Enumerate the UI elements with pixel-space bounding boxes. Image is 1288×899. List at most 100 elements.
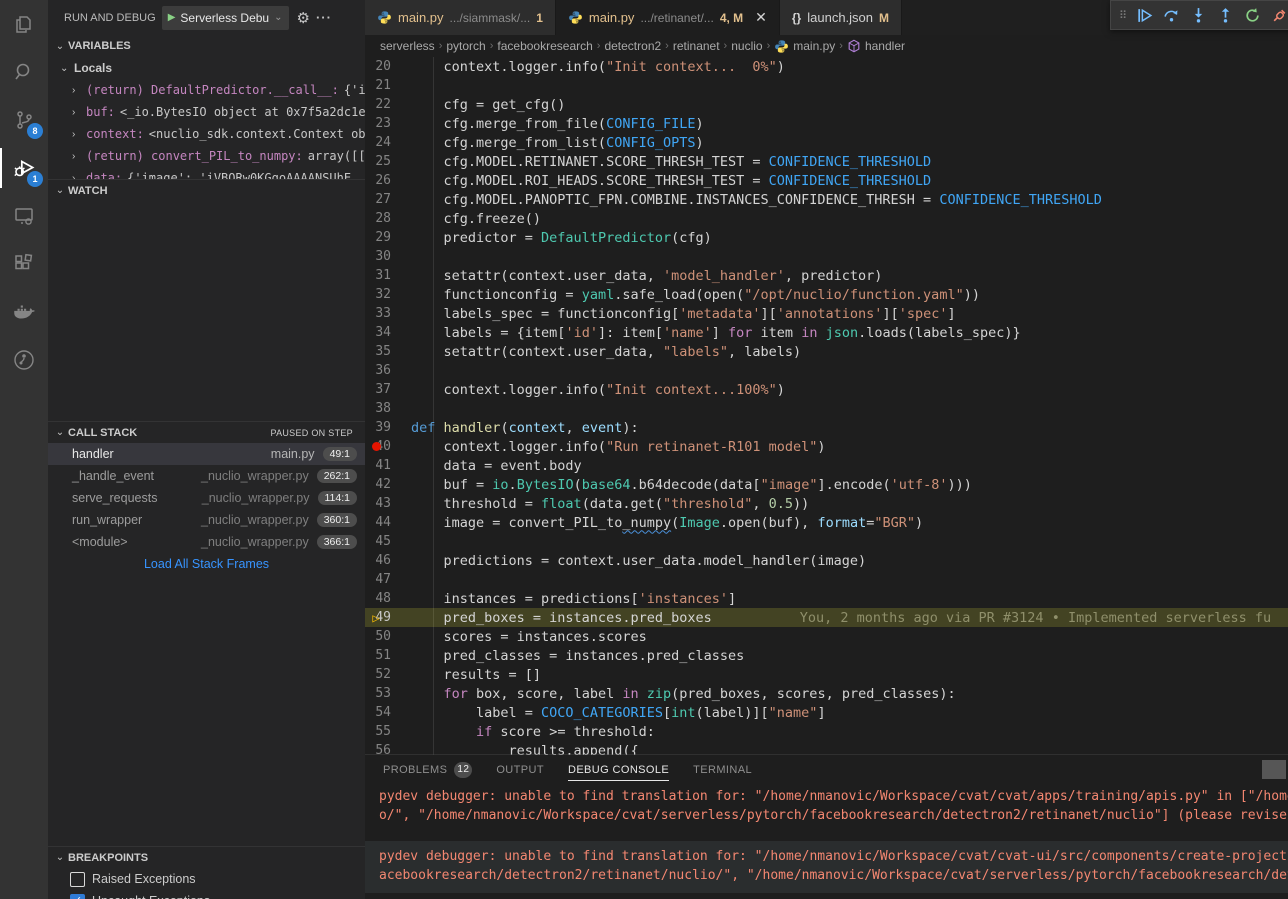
code-line-text[interactable]: cfg = get_cfg() — [411, 97, 565, 113]
code-line-24[interactable]: 24 cfg.merge_from_list(CONFIG_OPTS) — [365, 133, 1288, 152]
code-line-38[interactable]: 38 — [365, 399, 1288, 418]
code-line-text[interactable]: scores = instances.scores — [411, 629, 647, 645]
code-line-text[interactable]: setattr(context.user_data, 'model_handle… — [411, 268, 882, 284]
code-line-text[interactable]: results = [] — [411, 667, 541, 683]
code-line-26[interactable]: 26 cfg.MODEL.ROI_HEADS.SCORE_THRESH_TEST… — [365, 171, 1288, 190]
code-line-30[interactable]: 30 — [365, 247, 1288, 266]
code-line-56[interactable]: 56 results.append({ — [365, 741, 1288, 755]
breadcrumb-item-nuclio[interactable]: nuclio — [731, 39, 762, 53]
code-line-text[interactable]: context.logger.info("Init context... 0%"… — [411, 59, 785, 75]
code-line-22[interactable]: 22 cfg = get_cfg() — [365, 95, 1288, 114]
stack-frame-row[interactable]: serve_requests_nuclio_wrapper.py114:1 — [48, 487, 365, 509]
code-line-text[interactable]: data = event.body — [411, 458, 582, 474]
activity-item-remote-explorer[interactable] — [0, 192, 48, 240]
variable-row[interactable]: ›data:{'image': 'iVBORw0KGgoAAAANSUhE… — [48, 167, 365, 179]
code-line-text[interactable]: image = convert_PIL_to_numpy(Image.open(… — [411, 515, 923, 531]
code-line-28[interactable]: 28 cfg.freeze() — [365, 209, 1288, 228]
code-line-42[interactable]: 42 buf = io.BytesIO(base64.b64decode(dat… — [365, 475, 1288, 494]
panel-scrollbar-thumb[interactable] — [1262, 760, 1286, 779]
code-line-54[interactable]: 54 label = COCO_CATEGORIES[int(label)]["… — [365, 703, 1288, 722]
code-line-21[interactable]: 21 — [365, 76, 1288, 95]
code-line-text[interactable]: if score >= threshold: — [411, 724, 655, 740]
breadcrumb-item-handler[interactable]: handler — [847, 39, 905, 53]
panel-tab-terminal[interactable]: TERMINAL — [693, 755, 752, 785]
restart-button[interactable] — [1243, 6, 1261, 24]
code-line-text[interactable]: labels = {item['id']: item['name'] for i… — [411, 325, 1021, 341]
step-out-button[interactable] — [1216, 6, 1234, 24]
code-line-51[interactable]: 51 pred_classes = instances.pred_classes — [365, 646, 1288, 665]
activity-item-gitlens[interactable] — [0, 336, 48, 384]
code-line-50[interactable]: 50 scores = instances.scores — [365, 627, 1288, 646]
editor-tab-main.py[interactable]: main.py.../retinanet/...4, M✕ — [556, 0, 780, 35]
call-stack-section-header[interactable]: ⌄ CALL STACK PAUSED ON STEP — [48, 421, 365, 443]
code-line-23[interactable]: 23 cfg.merge_from_file(CONFIG_FILE) — [365, 114, 1288, 133]
code-line-44[interactable]: 44 image = convert_PIL_to_numpy(Image.op… — [365, 513, 1288, 532]
code-line-27[interactable]: 27 cfg.MODEL.PANOPTIC_FPN.COMBINE.INSTAN… — [365, 190, 1288, 209]
code-line-text[interactable]: pred_boxes = instances.pred_boxes — [411, 610, 712, 626]
code-line-25[interactable]: 25 cfg.MODEL.RETINANET.SCORE_THRESH_TEST… — [365, 152, 1288, 171]
code-line-text[interactable]: functionconfig = yaml.safe_load(open("/o… — [411, 287, 980, 303]
code-line-45[interactable]: 45 — [365, 532, 1288, 551]
code-line-text[interactable]: cfg.MODEL.RETINANET.SCORE_THRESH_TEST = … — [411, 154, 931, 170]
activity-item-source-control[interactable]: 8 — [0, 96, 48, 144]
code-line-text[interactable]: context.logger.info("Run retinanet-R101 … — [411, 439, 826, 455]
code-line-29[interactable]: 29 predictor = DefaultPredictor(cfg) — [365, 228, 1288, 247]
code-line-35[interactable]: 35 setattr(context.user_data, "labels", … — [365, 342, 1288, 361]
stack-frame-row[interactable]: <module>_nuclio_wrapper.py366:1 — [48, 531, 365, 553]
code-line-text[interactable]: setattr(context.user_data, "labels", lab… — [411, 344, 801, 360]
code-line-52[interactable]: 52 results = [] — [365, 665, 1288, 684]
stack-frame-row[interactable]: handlermain.py49:1 — [48, 443, 365, 465]
disconnect-button[interactable] — [1270, 6, 1288, 24]
code-line-text[interactable]: results.append({ — [411, 743, 639, 756]
code-line-text[interactable]: cfg.merge_from_file(CONFIG_FILE) — [411, 116, 704, 132]
code-line-text[interactable]: for box, score, label in zip(pred_boxes,… — [411, 686, 956, 702]
breakpoint-dot[interactable] — [368, 439, 384, 455]
step-over-button[interactable] — [1162, 6, 1180, 24]
code-line-33[interactable]: 33 labels_spec = functionconfig['metadat… — [365, 304, 1288, 323]
code-line-text[interactable]: instances = predictions['instances'] — [411, 591, 736, 607]
breakpoint-checkbox[interactable] — [70, 872, 85, 887]
breadcrumb-item-retinanet[interactable]: retinanet — [673, 39, 720, 53]
editor-tab-launch.json[interactable]: {}launch.jsonM — [780, 0, 902, 35]
code-line-text[interactable]: predictor = DefaultPredictor(cfg) — [411, 230, 712, 246]
code-line-41[interactable]: 41 data = event.body — [365, 456, 1288, 475]
activity-item-run-and-debug[interactable]: 1 — [0, 144, 48, 192]
code-line-text[interactable]: pred_classes = instances.pred_classes — [411, 648, 744, 664]
breadcrumb-item-serverless[interactable]: serverless — [380, 39, 435, 53]
code-line-text[interactable]: buf = io.BytesIO(base64.b64decode(data["… — [411, 477, 972, 493]
breadcrumb-item-main.py[interactable]: main.py — [774, 39, 835, 54]
code-line-31[interactable]: 31 setattr(context.user_data, 'model_han… — [365, 266, 1288, 285]
code-line-20[interactable]: 20 context.logger.info("Init context... … — [365, 57, 1288, 76]
breadcrumb-item-facebookresearch[interactable]: facebookresearch — [497, 39, 592, 53]
code-line-text[interactable]: label = COCO_CATEGORIES[int(label)]["nam… — [411, 705, 826, 721]
variable-row[interactable]: ›buf:<_io.BytesIO object at 0x7f5a2dc1ec… — [48, 101, 365, 123]
scope-locals[interactable]: ⌄ Locals — [48, 57, 365, 79]
breakpoint-checkbox[interactable]: ✓ — [70, 894, 85, 899]
toolbar-drag-handle[interactable]: ⠿ — [1119, 9, 1126, 22]
code-line-55[interactable]: 55 if score >= threshold: — [365, 722, 1288, 741]
continue-button[interactable] — [1135, 6, 1153, 24]
step-into-button[interactable] — [1189, 6, 1207, 24]
code-line-32[interactable]: 32 functionconfig = yaml.safe_load(open(… — [365, 285, 1288, 304]
code-line-37[interactable]: 37 context.logger.info("Init context...1… — [365, 380, 1288, 399]
panel-tab-problems[interactable]: PROBLEMS12 — [383, 755, 472, 785]
code-line-text[interactable]: predictions = context.user_data.model_ha… — [411, 553, 866, 569]
code-line-49[interactable]: ▷49 pred_boxes = instances.pred_boxesYou… — [365, 608, 1288, 627]
code-line-text[interactable]: cfg.freeze() — [411, 211, 541, 227]
activity-item-files[interactable] — [0, 0, 48, 48]
variable-row[interactable]: ›(return) DefaultPredictor.__call__:{'in… — [48, 79, 365, 101]
variables-section-header[interactable]: ⌄ VARIABLES — [48, 35, 365, 57]
code-line-text[interactable]: cfg.merge_from_list(CONFIG_OPTS) — [411, 135, 704, 151]
more-actions-icon[interactable]: ··· — [316, 10, 332, 25]
code-line-text[interactable]: threshold = float(data.get("threshold", … — [411, 496, 809, 512]
code-line-39[interactable]: 39def handler(context, event): — [365, 418, 1288, 437]
code-line-text[interactable]: cfg.MODEL.ROI_HEADS.SCORE_THRESH_TEST = … — [411, 173, 931, 189]
code-line-46[interactable]: 46 predictions = context.user_data.model… — [365, 551, 1288, 570]
code-editor[interactable]: 20 context.logger.info("Init context... … — [365, 57, 1288, 755]
activity-item-search[interactable] — [0, 48, 48, 96]
code-line-36[interactable]: 36 — [365, 361, 1288, 380]
code-line-text[interactable]: context.logger.info("Init context...100%… — [411, 382, 785, 398]
load-all-stack-frames-link[interactable]: Load All Stack Frames — [48, 553, 365, 575]
code-line-47[interactable]: 47 — [365, 570, 1288, 589]
breadcrumb-item-pytorch[interactable]: pytorch — [446, 39, 485, 53]
